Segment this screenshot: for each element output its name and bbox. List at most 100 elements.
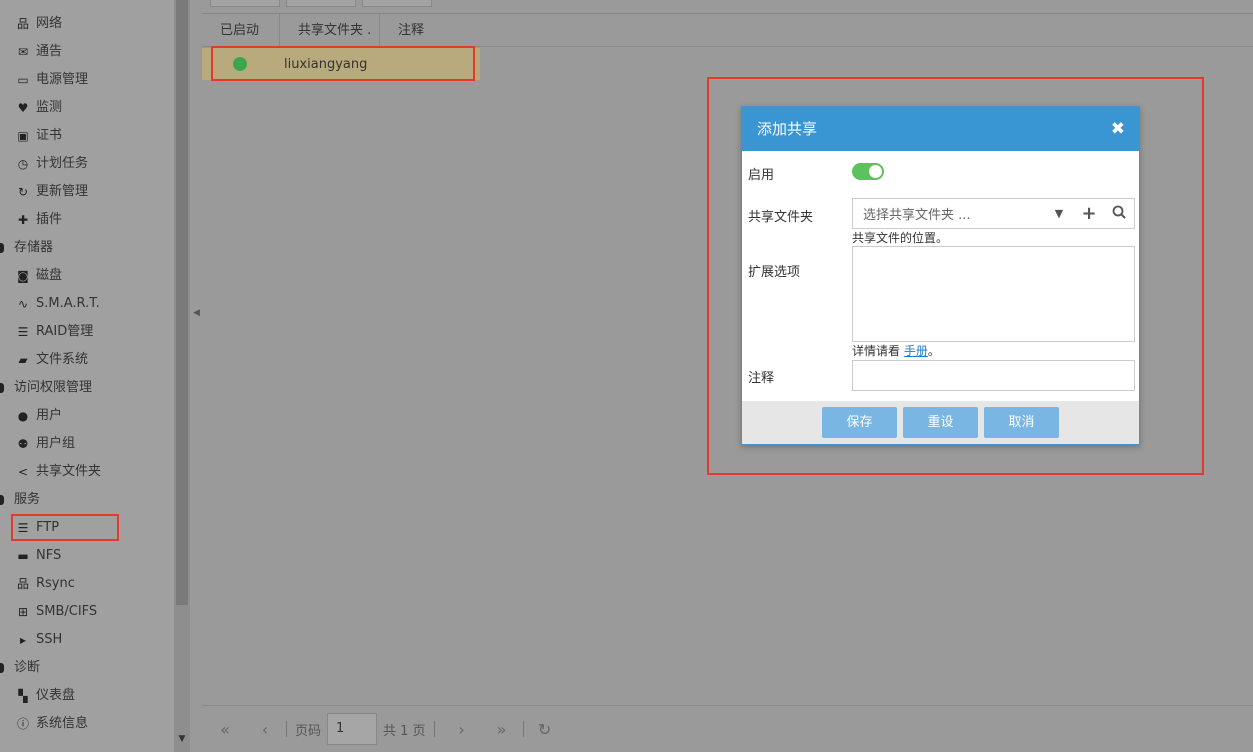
dialog-header: 添加共享 ✖ xyxy=(742,107,1139,151)
sidebar-item[interactable]: ▚ 仪表盘 xyxy=(14,682,75,710)
sidebar-item-label: NFS xyxy=(36,548,62,563)
toolbar-button-stub[interactable] xyxy=(362,0,432,7)
user-icon: ● xyxy=(17,409,29,423)
group-bullet xyxy=(0,383,4,393)
sidebar-item[interactable]: 品 Rsync xyxy=(14,570,75,598)
reset-button[interactable]: 重设 xyxy=(903,407,978,438)
last-page-icon[interactable]: » xyxy=(489,720,515,739)
sidebar-item[interactable]: ⚉ 用户组 xyxy=(14,430,75,458)
pager-separator xyxy=(286,721,287,737)
prev-page-icon[interactable]: ‹ xyxy=(252,720,278,739)
sidebar: 品网络 ✉ 通告 ▭ 电源管理 ♥ 监测 ▣ 证书 ◷ 计划任务 ↻ 更新管理 ✚ 插件存储器 ◙ 磁盘 ∿ S.M… xyxy=(0,0,190,752)
sidebar-item-label: SSH xyxy=(36,632,63,647)
extra-options-hint-prefix: 详情请看 xyxy=(852,344,901,358)
page-label: 页码 xyxy=(295,723,322,739)
toggle-knob xyxy=(869,165,882,178)
column-header-comment[interactable]: 注释 xyxy=(380,14,1253,47)
sidebar-item-label: 系统信息 xyxy=(36,716,89,731)
sidebar-scroll-thumb[interactable] xyxy=(176,0,188,605)
sidebar-item-label: 服务 xyxy=(14,492,41,507)
column-header-enabled[interactable]: 已启动 xyxy=(202,14,280,47)
dialog-footer: 保存 重设 取消 xyxy=(742,401,1139,444)
extra-options-hint: 详情请看 手册。 xyxy=(852,342,940,359)
sidebar-item[interactable]: ● 用户 xyxy=(14,402,62,430)
group-bullet xyxy=(0,495,4,505)
add-share-dialog: 添加共享 ✖ 启用 共享文件夹 选择共享文件夹 ... ▼ + 共享文件的位置。… xyxy=(741,106,1140,445)
desktop-icon: ▬ xyxy=(17,549,29,563)
dialog-title: 添加共享 xyxy=(757,120,818,138)
ftp-highlight-box xyxy=(11,514,119,541)
scroll-down-arrow-icon[interactable]: ▼ xyxy=(176,734,188,746)
pulse-icon: ∿ xyxy=(17,297,29,311)
battery-icon: ▭ xyxy=(17,73,29,87)
manual-link[interactable]: 手册 xyxy=(904,344,928,358)
sidebar-item-label: S.M.A.R.T. xyxy=(36,296,100,311)
sidebar-item[interactable]: ▬ NFS xyxy=(14,542,61,570)
mail-icon: ✉ xyxy=(17,45,29,59)
sidebar-item-label: 电源管理 xyxy=(36,72,89,87)
certificate-icon: ▣ xyxy=(17,129,29,143)
shared-folder-select[interactable]: 选择共享文件夹 ... ▼ + xyxy=(852,198,1135,229)
sidebar-item-label: 文件系统 xyxy=(36,352,89,367)
chevron-down-icon[interactable]: ▼ xyxy=(1044,207,1074,220)
pager-separator xyxy=(522,721,524,737)
nav-group-header[interactable]: 诊断 xyxy=(0,654,40,682)
extra-options-textarea[interactable] xyxy=(852,246,1135,342)
nav-group-header[interactable]: 存储器 xyxy=(0,234,53,262)
calendar-clock-icon: ◷ xyxy=(17,157,29,171)
sidebar-item[interactable]: ▣ 证书 xyxy=(14,122,62,150)
comment-input[interactable] xyxy=(852,360,1135,391)
dashboard-icon: ▚ xyxy=(18,689,28,703)
sidebar-item-label: 监测 xyxy=(36,100,63,115)
sidebar-item-label: SMB/CIFS xyxy=(36,604,98,619)
folder-icon: ▰ xyxy=(18,353,28,367)
sidebar-item[interactable]: ▸ SSH xyxy=(14,626,62,654)
sidebar-item[interactable]: ↻ 更新管理 xyxy=(14,178,88,206)
nav-group-header[interactable]: 访问权限管理 xyxy=(0,374,92,402)
sidebar-item-label: 磁盘 xyxy=(36,268,63,283)
sidebar-item[interactable]: ▭ 电源管理 xyxy=(14,66,88,94)
sidebar-item[interactable]: 品网络 xyxy=(14,10,62,38)
sidebar-item[interactable]: ▰ 文件系统 xyxy=(14,346,88,374)
close-icon[interactable]: ✖ xyxy=(1111,107,1125,151)
page-number-input[interactable]: 1 xyxy=(327,713,378,745)
column-header-shared-folder[interactable]: 共享文件夹 . xyxy=(280,14,380,47)
sidebar-item[interactable]: ✉ 通告 xyxy=(14,38,62,66)
toolbar-button-stub[interactable] xyxy=(286,0,356,7)
search-icon[interactable] xyxy=(1104,205,1134,223)
enable-toggle[interactable] xyxy=(852,163,884,180)
first-page-icon[interactable]: « xyxy=(212,720,238,739)
shared-folder-placeholder: 选择共享文件夹 ... xyxy=(863,208,971,223)
sidebar-item[interactable]: ♥ 监测 xyxy=(14,94,62,122)
cancel-button[interactable]: 取消 xyxy=(984,407,1059,438)
total-pages-label: 共 1 页 xyxy=(383,723,426,739)
plus-icon[interactable]: + xyxy=(1074,203,1104,224)
grid-header: 已启动 共享文件夹 . 注释 xyxy=(202,13,1253,47)
sidebar-item[interactable]: ◙ 磁盘 xyxy=(14,262,62,290)
sidebar-item[interactable]: ☰ RAID管理 xyxy=(14,318,94,346)
heartbeat-icon: ♥ xyxy=(17,101,29,115)
pager: « ‹ 页码 1 共 1 页 › » ↻ xyxy=(202,705,1253,752)
sidebar-splitter[interactable]: ◀ xyxy=(190,0,202,752)
sidebar-item-label: 用户 xyxy=(36,408,63,423)
column-header-shared-folder-label: 共享文件夹 xyxy=(298,23,364,38)
sidebar-item-label: 存储器 xyxy=(14,240,54,255)
save-button[interactable]: 保存 xyxy=(822,407,897,438)
network-icon: 品 xyxy=(16,17,29,31)
sidebar-item[interactable]: ✚ 插件 xyxy=(14,206,62,234)
next-page-icon[interactable]: › xyxy=(449,720,475,739)
nav-group-header[interactable]: 服务 xyxy=(0,486,40,514)
sidebar-item[interactable]: ◷ 计划任务 xyxy=(14,150,88,178)
sidebar-item-label: 插件 xyxy=(36,212,63,227)
sidebar-item-label: Rsync xyxy=(36,576,75,591)
sidebar-item[interactable]: < 共享文件夹 xyxy=(14,458,101,486)
refresh-icon[interactable]: ↻ xyxy=(532,720,558,739)
sidebar-item[interactable]: ∿ S.M.A.R.T. xyxy=(14,290,100,318)
sidebar-item[interactable]: ⓘ 系统信息 xyxy=(14,710,88,738)
comment-label: 注释 xyxy=(748,371,775,386)
collapse-left-icon[interactable]: ◀ xyxy=(193,308,200,318)
toolbar-button-stub[interactable] xyxy=(210,0,280,7)
sidebar-item-label: 访问权限管理 xyxy=(14,380,93,395)
sidebar-item[interactable]: ⊞ SMB/CIFS xyxy=(14,598,97,626)
group-bullet xyxy=(0,243,4,253)
